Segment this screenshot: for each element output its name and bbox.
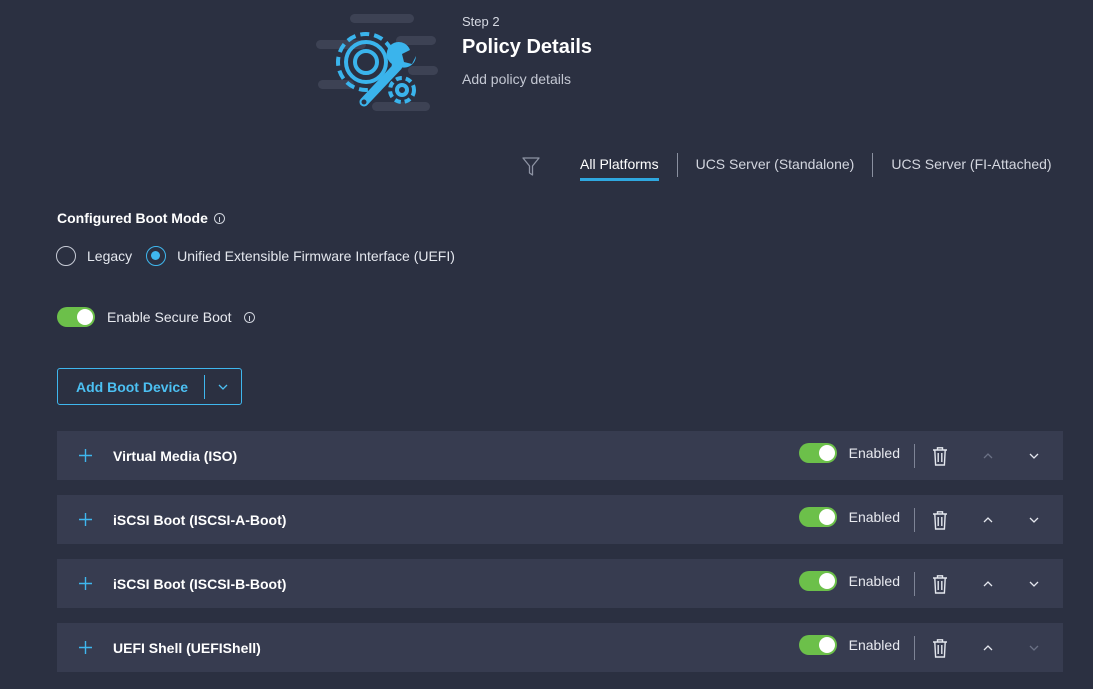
row-controls: Enabled [798, 623, 1063, 672]
radio-option-uefi[interactable]: Unified Extensible Firmware Interface (U… [146, 246, 455, 266]
row-controls: Enabled [798, 495, 1063, 544]
row-divider [914, 635, 915, 660]
gear-wrench-icon [316, 14, 438, 111]
page-title: Policy Details [462, 36, 593, 58]
move-up-button[interactable] [977, 452, 999, 460]
secure-boot-setting: Enable Secure Boot [57, 307, 255, 327]
filter-icon[interactable] [521, 156, 541, 178]
row-divider [914, 571, 915, 596]
trash-icon [933, 446, 947, 466]
delete-button[interactable] [929, 574, 951, 594]
boot-device-name: iSCSI Boot (ISCSI-B-Boot) [113, 575, 287, 592]
enabled-setting: Enabled [798, 507, 900, 527]
plus-icon [78, 577, 92, 590]
chevron-down-icon [1029, 517, 1039, 523]
move-down-button[interactable] [1023, 516, 1045, 524]
radio-legacy[interactable] [56, 246, 76, 266]
tab-ucs-server-standalone[interactable]: UCS Server (Standalone) [696, 156, 855, 178]
enabled-label: Enabled [848, 637, 900, 653]
expand-button[interactable] [57, 576, 113, 591]
delete-button[interactable] [929, 638, 951, 658]
delete-button[interactable] [929, 510, 951, 530]
move-down-button[interactable] [1023, 452, 1045, 460]
secure-boot-toggle[interactable] [57, 307, 95, 327]
delete-button[interactable] [929, 446, 951, 466]
chevron-up-icon [983, 644, 993, 650]
add-boot-device-button[interactable]: Add Boot Device [57, 368, 242, 405]
chevron-up-icon [983, 516, 993, 522]
plus-icon [78, 641, 92, 654]
add-boot-device-label: Add Boot Device [75, 378, 188, 395]
move-down-button[interactable] [1023, 580, 1045, 588]
enabled-toggle[interactable] [798, 443, 837, 463]
radio-option-legacy[interactable]: Legacy [56, 246, 132, 266]
tab-divider [676, 153, 678, 177]
enabled-toggle[interactable] [798, 507, 837, 527]
row-divider [914, 507, 915, 532]
move-up-button[interactable] [977, 516, 999, 524]
move-up-button[interactable] [977, 644, 999, 652]
enabled-toggle[interactable] [798, 635, 837, 655]
expand-button[interactable] [57, 640, 113, 655]
info-icon[interactable] [243, 311, 255, 323]
boot-mode-radio-group: Legacy Unified Extensible Firmware Inter… [56, 246, 469, 266]
expand-button[interactable] [57, 448, 113, 463]
radio-uefi[interactable] [146, 246, 167, 266]
enabled-label: Enabled [848, 509, 900, 525]
boot-device-row: iSCSI Boot (ISCSI-B-Boot) Enabled [57, 559, 1063, 608]
boot-device-name: UEFI Shell (UEFIShell) [113, 639, 261, 656]
policy-details-page: Step 2 Policy Details Add policy details… [0, 0, 1093, 689]
row-controls: Enabled [798, 559, 1063, 608]
enabled-label: Enabled [848, 573, 900, 589]
tab-ucs-server-fi-attached[interactable]: UCS Server (FI-Attached) [891, 156, 1051, 178]
plus-icon [78, 449, 92, 462]
chevron-up-icon [983, 452, 993, 458]
info-icon[interactable] [213, 212, 225, 224]
enabled-setting: Enabled [798, 443, 900, 463]
chevron-down-icon [1029, 645, 1039, 651]
trash-icon [933, 510, 947, 530]
chevron-down-icon [218, 384, 228, 390]
trash-icon [933, 638, 947, 658]
enabled-toggle[interactable] [798, 571, 837, 591]
add-boot-device-dropdown[interactable] [205, 383, 241, 391]
radio-label-legacy: Legacy [87, 248, 133, 264]
expand-button[interactable] [57, 512, 113, 527]
chevron-down-icon [1029, 581, 1039, 587]
move-up-button[interactable] [977, 580, 999, 588]
tab-divider [872, 153, 874, 177]
boot-device-row: Virtual Media (ISO) Enabled [57, 431, 1063, 480]
platform-tabs: All Platforms UCS Server (Standalone) UC… [580, 153, 1052, 184]
enabled-setting: Enabled [798, 635, 900, 655]
boot-device-row: UEFI Shell (UEFIShell) Enabled [57, 623, 1063, 672]
plus-icon [78, 513, 92, 526]
boot-device-name: Virtual Media (ISO) [113, 447, 238, 464]
boot-device-name: iSCSI Boot (ISCSI-A-Boot) [113, 511, 287, 528]
chevron-down-icon [1029, 453, 1039, 459]
enabled-setting: Enabled [798, 571, 900, 591]
chevron-up-icon [983, 580, 993, 586]
page-subtitle: Add policy details [462, 71, 571, 87]
secure-boot-label: Enable Secure Boot [107, 309, 232, 325]
radio-label-uefi: Unified Extensible Firmware Interface (U… [177, 248, 455, 264]
boot-device-row: iSCSI Boot (ISCSI-A-Boot) Enabled [57, 495, 1063, 544]
step-label: Step 2 [462, 14, 500, 29]
boot-mode-label: Configured Boot Mode [57, 210, 208, 226]
row-controls: Enabled [798, 431, 1063, 480]
tab-all-platforms[interactable]: All Platforms [580, 156, 659, 181]
trash-icon [933, 574, 947, 594]
move-down-button[interactable] [1023, 644, 1045, 652]
enabled-label: Enabled [848, 445, 900, 461]
boot-mode-heading: Configured Boot Mode [57, 210, 225, 226]
row-divider [914, 443, 915, 468]
